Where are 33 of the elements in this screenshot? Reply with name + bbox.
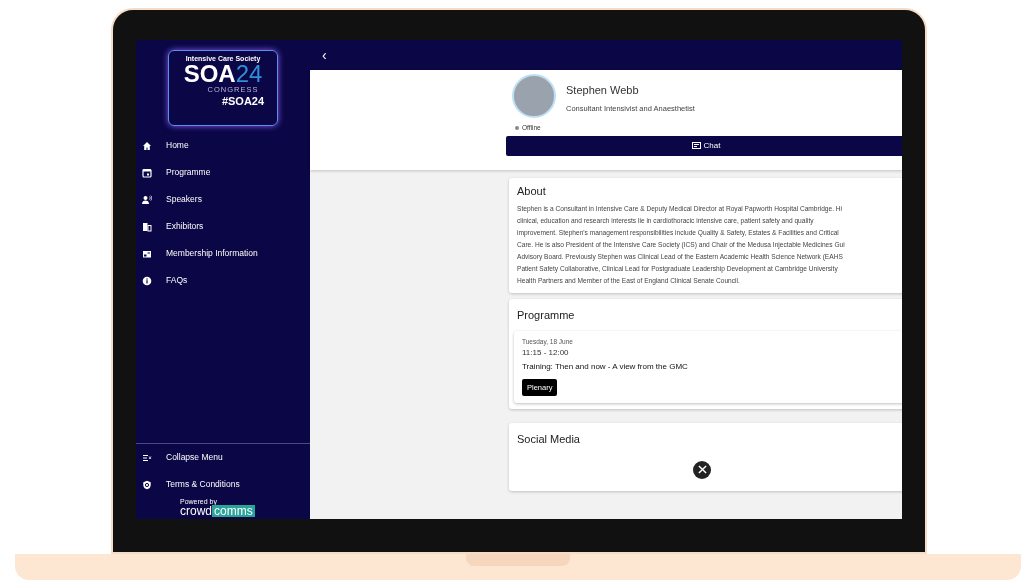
id-card-icon [142, 248, 152, 259]
x-logo-link[interactable] [693, 460, 711, 479]
info-icon [142, 275, 152, 286]
sidebar-item[interactable]: Exhibitors [136, 213, 310, 240]
sidebar-item[interactable]: Home [136, 132, 310, 159]
shield-icon [142, 479, 152, 490]
chat-icon [691, 141, 701, 150]
back-button[interactable]: ‹ [322, 48, 327, 62]
avatar-photo-placeholder [512, 74, 556, 118]
speaker-name: Stephen Webb [566, 83, 640, 98]
session-time: 11:15 - 12:00 [522, 346, 569, 359]
building-icon [142, 221, 152, 232]
collapse-menu-icon [142, 452, 152, 463]
person-speaking-icon [142, 194, 152, 205]
sidebar-item[interactable]: Terms & Conditions [136, 471, 310, 498]
brand-logo-text: crowd [180, 505, 212, 517]
section-title: About [517, 184, 547, 199]
sidebar-item[interactable]: FAQs [136, 267, 310, 294]
brand-logo-badge: comms [212, 505, 255, 517]
logo-year-text: 24 [235, 62, 263, 86]
x-logo-icon [697, 465, 707, 474]
session-title: Training: Then and now - A view from the GMC [522, 360, 688, 373]
calendar-icon [142, 167, 152, 178]
logo-mark-text: SOA [183, 62, 236, 86]
sidebar-item[interactable]: Programme [136, 159, 310, 186]
sidebar-item[interactable]: Speakers [136, 186, 310, 213]
logo-hashtag-text: #SOA24 [221, 95, 265, 107]
section-title: Programme [516, 307, 576, 323]
sidebar-item[interactable]: Membership Information [136, 240, 310, 267]
home-icon [142, 140, 152, 151]
sidebar-item[interactable]: Collapse Menu [136, 444, 310, 471]
chat-button[interactable]: Chat [506, 135, 902, 156]
section-title: Social Media [517, 432, 581, 447]
